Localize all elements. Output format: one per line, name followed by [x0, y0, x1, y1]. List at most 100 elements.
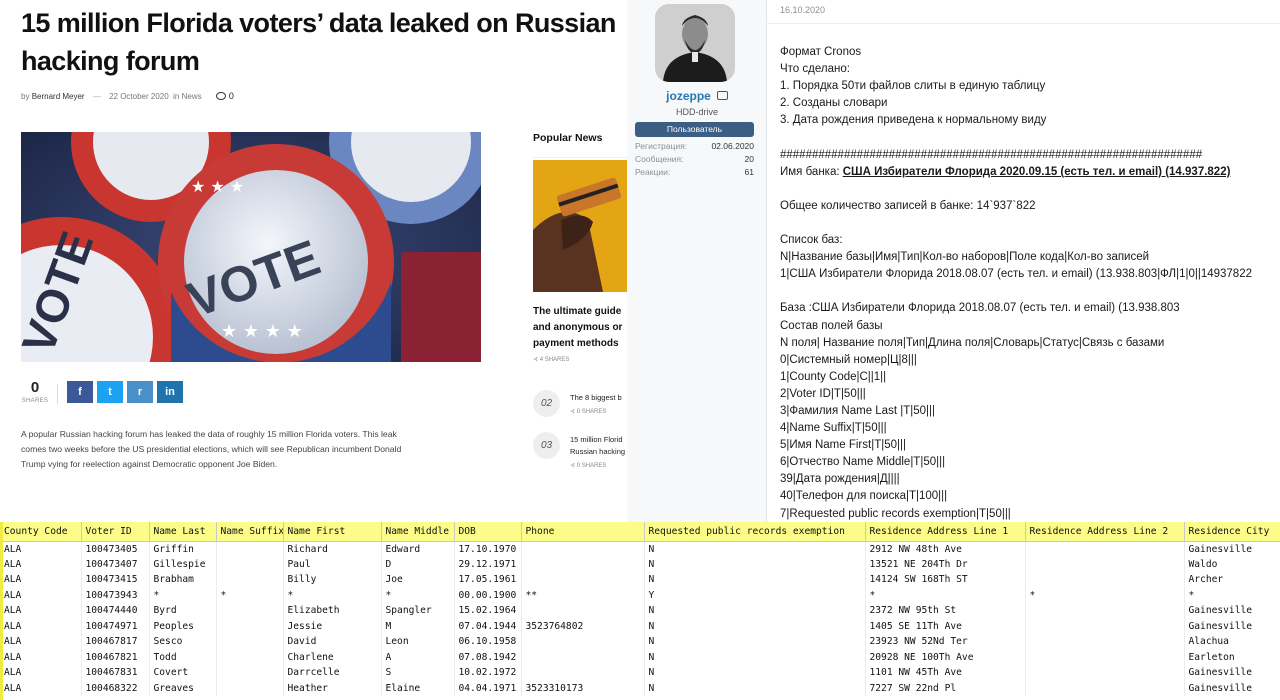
- table-cell: ALA: [0, 556, 82, 572]
- table-cell: 100474440: [81, 603, 150, 619]
- post-line: Имя банка: США Избиратели Флорида 2020.0…: [780, 164, 1275, 181]
- popular-news: Popular News The ultimate guide and anon…: [533, 132, 627, 522]
- popular-item-title: The 8 biggest b: [570, 393, 622, 402]
- message-icon[interactable]: [716, 91, 728, 100]
- post-line: 5|Имя Name First|Т|50|||: [780, 439, 906, 452]
- column-header[interactable]: Residence Address Line 1: [865, 522, 1026, 542]
- popular-item[interactable]: 02 The 8 biggest b ⊰ 0 SHARES: [533, 390, 627, 430]
- table-row[interactable]: ALA 100467817 Sesco David Leon 06.10.1958 N 239…: [0, 634, 1280, 650]
- column-header[interactable]: Name First: [283, 522, 382, 542]
- facebook-share-button[interactable]: f: [67, 381, 93, 403]
- post-line: Список баз:: [780, 234, 843, 247]
- table-cell: 3523310173: [521, 680, 645, 696]
- post-date[interactable]: 16.10.2020: [780, 5, 825, 15]
- table-cell: 14124 SW 168Th ST: [865, 572, 1026, 588]
- table-cell: Heather: [283, 680, 382, 696]
- table-cell: Richard: [283, 541, 382, 557]
- table-row[interactable]: ALA 100474440 Byrd Elizabeth Spangler 15.02.1…: [0, 603, 1280, 619]
- table-cell: Paul: [283, 556, 382, 572]
- column-header[interactable]: DOB: [454, 522, 522, 542]
- table-cell: 100473943: [81, 587, 150, 603]
- table-cell: N: [644, 680, 866, 696]
- table-cell: [521, 572, 645, 588]
- user-info-pane: jozeppe HDD-drive Пользователь Регистрац…: [627, 0, 767, 522]
- comments-link[interactable]: 0: [215, 91, 234, 101]
- table-cell: D: [381, 556, 455, 572]
- table-cell: *: [865, 587, 1026, 603]
- table-row[interactable]: ALA 100467831 Covert Darrcelle S 10.02.1972 N 1…: [0, 665, 1280, 681]
- share-count: 0 SHARES: [21, 378, 49, 404]
- post-line: [780, 181, 1275, 198]
- stat-registration: Регистрация: 02.06.2020: [635, 141, 754, 151]
- post-line: 0|Системный номер|Ц|8|||: [780, 353, 917, 366]
- facebook-icon: f: [78, 386, 82, 398]
- popular-item[interactable]: 03 15 million Florid Russian hacking ⊰ 0…: [533, 432, 627, 472]
- hero-image: VOTE VOTE ★ ★ ★ ★ ★ ★ ★: [21, 132, 481, 362]
- reddit-share-button[interactable]: r: [127, 381, 153, 403]
- table-cell: [521, 556, 645, 572]
- table-row[interactable]: ALA 100473407 Gillespie Paul D 29.12.1971 N 135…: [0, 556, 1280, 572]
- column-header[interactable]: Requested public records exemption: [644, 522, 866, 542]
- table-cell: N: [644, 618, 866, 634]
- by-label: by: [21, 92, 30, 101]
- popular-feature-image[interactable]: [533, 160, 627, 292]
- table-cell: Alachua: [1184, 634, 1280, 650]
- feature-title-line: payment methods: [533, 338, 619, 349]
- column-header[interactable]: County Code: [0, 522, 82, 542]
- table-cell: 100473405: [81, 541, 150, 557]
- twitter-share-button[interactable]: t: [97, 381, 123, 403]
- svg-text:★ ★ ★: ★ ★ ★: [191, 177, 244, 196]
- table-cell: Waldo: [1184, 556, 1280, 572]
- linkedin-share-button[interactable]: in: [157, 381, 183, 403]
- table-row[interactable]: ALA 100473405 Griffin Richard Edward 17.10.19…: [0, 541, 1280, 557]
- username-link[interactable]: jozeppe: [627, 89, 767, 103]
- popular-feature-title[interactable]: The ultimate guide and anonymous or paym…: [533, 304, 627, 352]
- column-header[interactable]: Residence Address Line 2: [1025, 522, 1185, 542]
- table-cell: Earleton: [1184, 649, 1280, 665]
- table-cell: 7227 SW 22nd Pl: [865, 680, 1026, 696]
- table-cell: [216, 618, 284, 634]
- twitter-icon: t: [108, 386, 112, 398]
- table-row[interactable]: ALA 100468322 Greaves Heather Elaine 04.04.19…: [0, 680, 1280, 696]
- column-header[interactable]: Name Last: [149, 522, 217, 542]
- table-cell: Archer: [1184, 572, 1280, 588]
- table-cell: [1025, 665, 1185, 681]
- table-cell: ALA: [0, 541, 82, 557]
- bank-name-label: Имя банка:: [780, 165, 843, 178]
- table-cell: 07.04.1944: [454, 618, 522, 634]
- svg-text:★ ★ ★ ★: ★ ★ ★ ★: [221, 321, 303, 342]
- table-cell: [216, 556, 284, 572]
- table-row[interactable]: ALA 100474971 Peoples Jessie M 07.04.1944 3523…: [0, 618, 1280, 634]
- category-link[interactable]: News: [182, 92, 202, 101]
- table-cell: Elaine: [381, 680, 455, 696]
- table-row[interactable]: ALA 100467821 Todd Charlene A 07.08.1942 N 2092…: [0, 649, 1280, 665]
- table-cell: Gainesville: [1184, 618, 1280, 634]
- popular-item-shares: ⊰ 0 SHARES: [570, 409, 607, 415]
- column-header[interactable]: Name Suffix: [216, 522, 284, 542]
- table-cell: 2912 NW 48th Ave: [865, 541, 1026, 557]
- table-cell: 100467821: [81, 649, 150, 665]
- table-cell: [216, 572, 284, 588]
- sheet-left-edge: [0, 522, 3, 700]
- table-cell: *: [216, 587, 284, 603]
- post-line: ########################################…: [780, 148, 1203, 161]
- user-avatar[interactable]: [655, 4, 735, 82]
- table-row[interactable]: ALA 100473943 * * * * 00.00.1900 ** Y * * *: [0, 587, 1280, 603]
- stat-reactions: Реакции: 61: [635, 167, 754, 177]
- column-header[interactable]: Name Middle: [381, 522, 455, 542]
- table-cell: M: [381, 618, 455, 634]
- table-cell: [1025, 572, 1185, 588]
- table-cell: [1025, 618, 1185, 634]
- table-cell: Covert: [149, 665, 217, 681]
- table-cell: ALA: [0, 634, 82, 650]
- column-header[interactable]: Voter ID: [81, 522, 150, 542]
- table-cell: Spangler: [381, 603, 455, 619]
- column-header[interactable]: Phone: [521, 522, 645, 542]
- column-header[interactable]: Residence City: [1184, 522, 1280, 542]
- table-row[interactable]: ALA 100473415 Brabham Billy Joe 17.05.1961 N 14…: [0, 572, 1280, 588]
- table-cell: Joe: [381, 572, 455, 588]
- table-cell: Billy: [283, 572, 382, 588]
- table-cell: N: [644, 556, 866, 572]
- bank-name-link[interactable]: США Избиратели Флорида 2020.09.15 (есть …: [843, 166, 1231, 178]
- author-link[interactable]: Bernard Meyer: [32, 92, 85, 101]
